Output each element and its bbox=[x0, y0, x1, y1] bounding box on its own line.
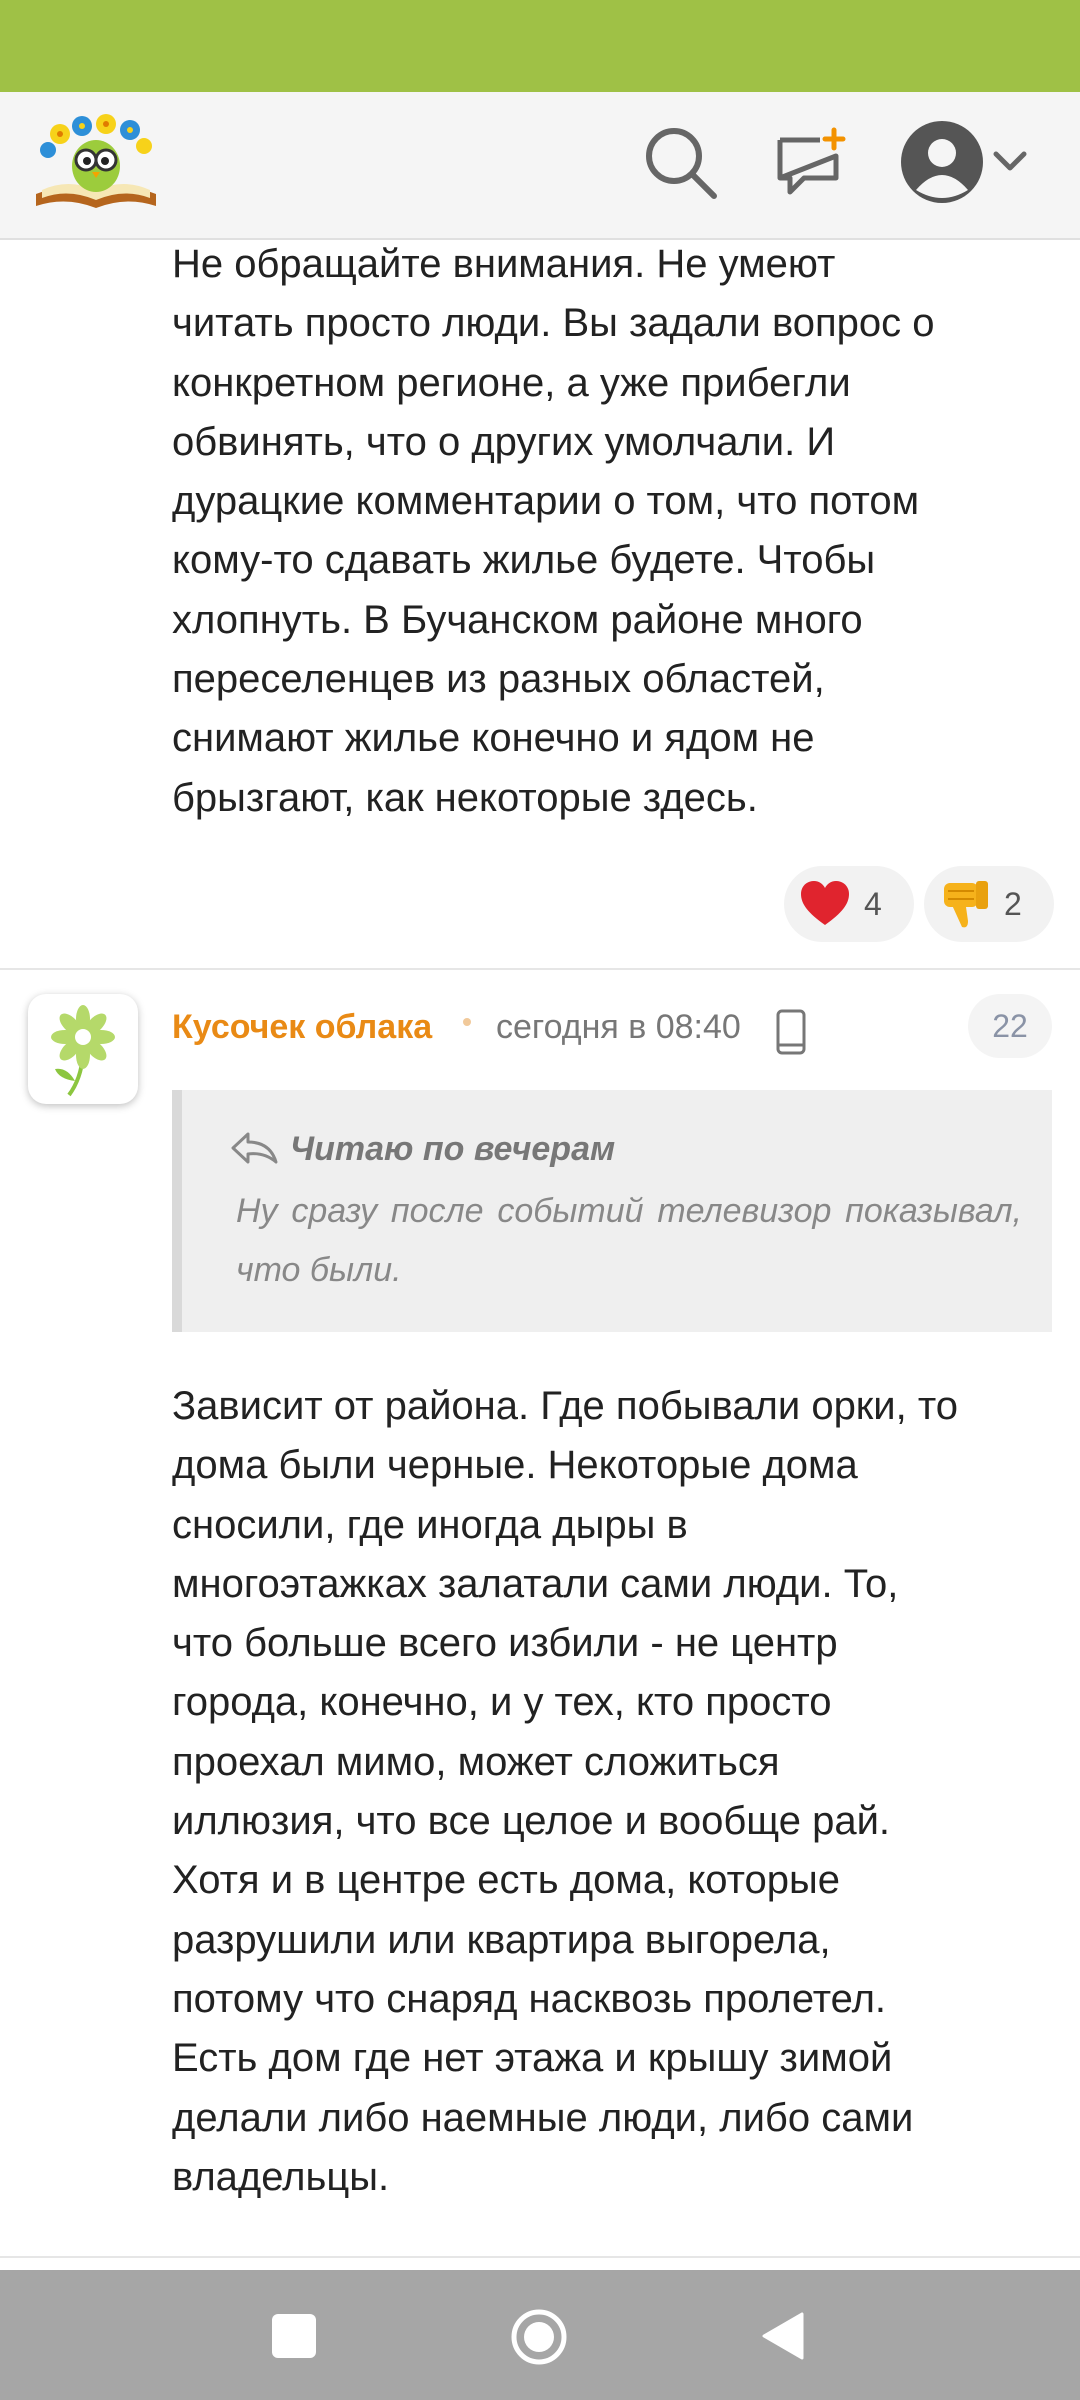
comment-line: снимают жилье конечно и ядом не bbox=[172, 716, 815, 761]
top-bar bbox=[0, 92, 1080, 240]
mobile-device-icon bbox=[774, 1008, 808, 1056]
comment-line: Не обращайте внимания. Не умеют bbox=[172, 242, 836, 286]
comment-line: владельцы. bbox=[172, 2154, 390, 2199]
comment-line: сносили, где иногда дыры в bbox=[172, 1502, 688, 1547]
comment-time: сегодня в 08:40 bbox=[496, 1008, 741, 1046]
system-nav-bar bbox=[0, 2270, 1080, 2400]
home-circle-icon bbox=[511, 2309, 567, 2365]
comment-line: многоэтажках залатали сами люди. То, bbox=[172, 1561, 899, 1606]
comment-line: обвинять, что о других умолчали. И bbox=[172, 419, 836, 464]
user-avatar-icon[interactable] bbox=[900, 120, 984, 204]
recent-apps-button[interactable] bbox=[272, 2314, 316, 2358]
new-post-plus-icon[interactable] bbox=[774, 126, 850, 202]
comment-line: кому-то сдавать жилье будете. Чтобы bbox=[172, 538, 876, 583]
comment-line: Зависит от района. Где побывали орки, то bbox=[172, 1384, 958, 1428]
comment-line: проехал мимо, может сложиться bbox=[172, 1739, 780, 1784]
comment-line: конкретном регионе, а уже прибегли bbox=[172, 360, 851, 405]
comment-line: дома были черные. Некоторые дома bbox=[172, 1443, 858, 1488]
thumbs-down-icon bbox=[944, 881, 988, 928]
comment-line: иллюзия, что все целое и вообще рай. bbox=[172, 1799, 891, 1844]
meta-separator-dot bbox=[463, 1018, 471, 1026]
chevron-down-icon[interactable] bbox=[990, 146, 1030, 176]
comment-line: потому что снаряд насквозь пролетел. bbox=[172, 1976, 887, 2021]
back-triangle-icon bbox=[762, 2312, 804, 2360]
comment-line: Хотя и в центре есть дома, которые bbox=[172, 1858, 840, 1903]
flower-avatar-icon bbox=[51, 1005, 115, 1097]
comment-line: переселенцев из разных областей, bbox=[172, 657, 825, 702]
comment-line: Есть дом где нет этажа и крышу зимой bbox=[172, 2036, 893, 2081]
comment-line: делали либо наемные люди, либо сами bbox=[172, 2095, 914, 2140]
home-button[interactable] bbox=[510, 2308, 568, 2366]
dislike-reaction-button[interactable]: 2 bbox=[924, 866, 1054, 942]
heart-count: 4 bbox=[864, 885, 882, 922]
author-avatar[interactable] bbox=[28, 994, 138, 1104]
comment-line: дурацкие комментарии о том, что потом bbox=[172, 479, 920, 524]
comment-number-badge[interactable]: 22 bbox=[968, 994, 1052, 1058]
comment-body: Не обращайте внимания. Не умеют читать п… bbox=[172, 235, 1052, 828]
book-owl-flowers-logo-icon bbox=[36, 114, 156, 208]
status-bar bbox=[0, 0, 1080, 92]
search-icon[interactable] bbox=[642, 124, 720, 202]
comment-author[interactable]: Кусочек облака bbox=[172, 1008, 432, 1047]
comment-divider bbox=[0, 968, 1080, 970]
quote-text: Ну сразу после событий телевизор показыв… bbox=[236, 1192, 1022, 1289]
comment-line: брызгают, как некоторые здесь. bbox=[172, 775, 758, 820]
heart-icon bbox=[801, 881, 849, 925]
site-logo[interactable] bbox=[32, 106, 160, 216]
quote-author[interactable]: Читаю по вечерам bbox=[290, 1130, 615, 1169]
reply-arrow-icon bbox=[230, 1130, 280, 1166]
comment-line: города, конечно, и у тех, кто просто bbox=[172, 1680, 832, 1725]
comment-line: разрушили или квартира выгорела, bbox=[172, 1917, 831, 1962]
quoted-comment: Читаю по вечерам Ну сразу после событий … bbox=[172, 1090, 1052, 1332]
comment-line: хлопнуть. В Бучанском районе много bbox=[172, 597, 863, 642]
heart-reaction-button[interactable]: 4 bbox=[784, 866, 914, 942]
comment-line: читать просто люди. Вы задали вопрос о bbox=[172, 301, 935, 346]
back-button[interactable] bbox=[758, 2310, 810, 2362]
dislike-count: 2 bbox=[1004, 885, 1022, 922]
comment-divider bbox=[0, 2256, 1080, 2258]
comment-body: Зависит от района. Где побывали орки, то… bbox=[172, 1377, 1052, 2207]
comment-line: что больше всего избили - не центр bbox=[172, 1621, 838, 1666]
